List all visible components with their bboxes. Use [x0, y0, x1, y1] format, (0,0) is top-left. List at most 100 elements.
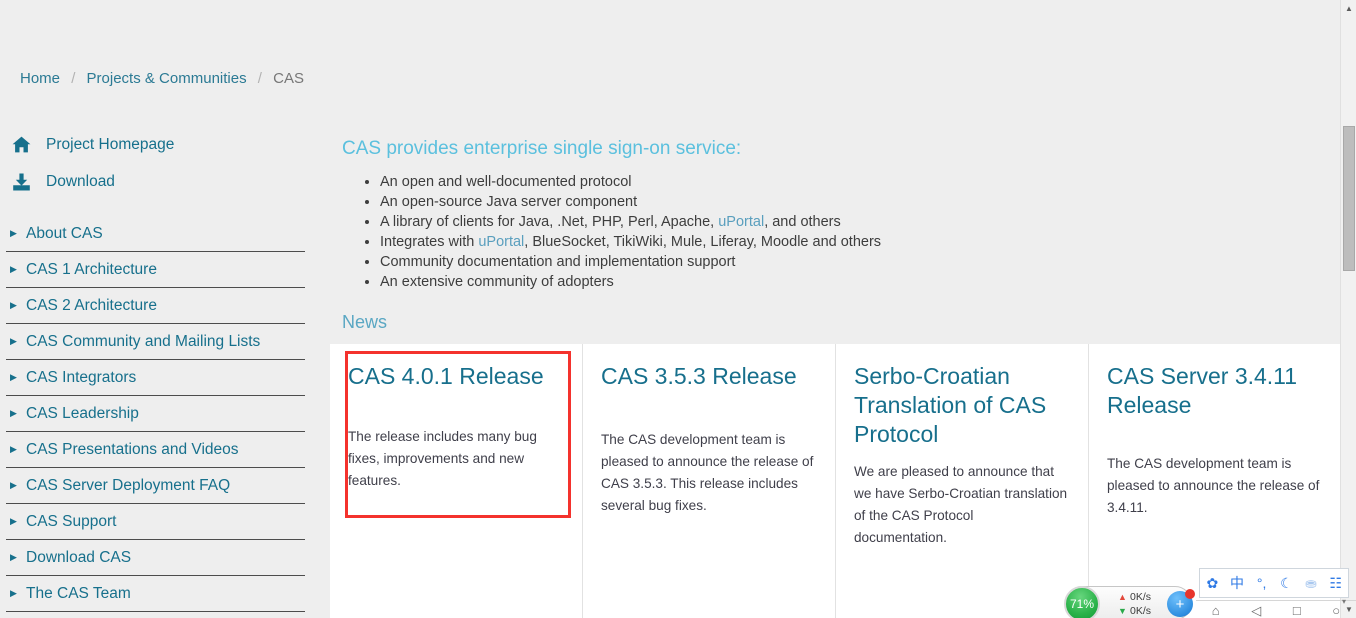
taskbar[interactable]: ⌂ ◁ □ ○: [1196, 604, 1356, 618]
taskbar-divider: [1196, 600, 1356, 601]
news-card-strip: CAS 4.0.1 Release The release includes m…: [330, 344, 1344, 618]
scrollbar-thumb[interactable]: [1343, 126, 1355, 271]
sidebar-item-cas-server-deployment-faq[interactable]: ▶ CAS Server Deployment FAQ: [6, 468, 305, 504]
taskbar-icon-2[interactable]: ◁: [1251, 604, 1261, 617]
notification-dot-icon: [1185, 589, 1195, 599]
chevron-right-icon: ▶: [10, 372, 17, 382]
download-icon: [12, 173, 38, 191]
grid-menu-icon[interactable]: ☷: [1323, 569, 1348, 597]
sidebar-item-label: CAS Server Deployment FAQ: [26, 476, 231, 494]
feature-text: An open and well-documented protocol: [380, 174, 632, 190]
user-icon[interactable]: ⛂: [1299, 569, 1324, 597]
sidebar-item-download[interactable]: Download: [0, 163, 313, 200]
plus-icon: +: [1175, 595, 1185, 613]
punctuation-mode-icon[interactable]: °,: [1249, 569, 1274, 597]
vertical-scrollbar[interactable]: ▲ ▼: [1340, 0, 1356, 618]
breadcrumb-separator: /: [71, 70, 76, 87]
feature-text: , and others: [764, 214, 841, 230]
paw-logo-icon[interactable]: ✿: [1200, 569, 1225, 597]
scroll-up-icon[interactable]: ▲: [1341, 0, 1356, 17]
feature-text: , BlueSocket, TikiWiki, Mule, Liferay, M…: [524, 234, 882, 250]
sidebar-item-label: CAS Leadership: [26, 404, 139, 422]
breadcrumb-item-cas: CAS: [273, 70, 304, 87]
uportal-link[interactable]: uPortal: [478, 234, 524, 250]
sidebar-nav-list: ▶ About CAS ▶ CAS 1 Architecture ▶ CAS 2…: [0, 216, 313, 612]
uportal-link[interactable]: uPortal: [718, 214, 764, 230]
news-card-body: The CAS development team is pleased to a…: [1107, 456, 1320, 515]
sidebar-item-cas-2-architecture[interactable]: ▶ CAS 2 Architecture: [6, 288, 305, 324]
sidebar-item-cas-support[interactable]: ▶ CAS Support: [6, 504, 305, 540]
breadcrumb-separator: /: [257, 70, 262, 87]
sidebar-item-label: Download CAS: [26, 548, 132, 566]
sidebar-item-about-cas[interactable]: ▶ About CAS: [6, 216, 305, 252]
sidebar-item-cas-community-and-mailing-lists[interactable]: ▶ CAS Community and Mailing Lists: [6, 324, 305, 360]
upload-arrow-icon: ▲: [1118, 592, 1127, 602]
chevron-right-icon: ▶: [10, 408, 17, 418]
sidebar-item-cas-presentations-and-videos[interactable]: ▶ CAS Presentations and Videos: [6, 432, 305, 468]
list-item: An open and well-documented protocol: [380, 172, 881, 192]
chevron-right-icon: ▶: [10, 480, 17, 490]
feature-text: An open-source Java server component: [380, 194, 638, 210]
chevron-right-icon: ▶: [10, 300, 17, 310]
list-item: Community documentation and implementati…: [380, 252, 881, 272]
sidebar: Project Homepage Download ▶ About CAS ▶ …: [0, 126, 313, 612]
news-card[interactable]: CAS 3.5.3 Release The CAS development te…: [583, 344, 836, 618]
breadcrumb: Home / Projects & Communities / CAS: [20, 70, 304, 87]
sidebar-item-cas-integrators[interactable]: ▶ CAS Integrators: [6, 360, 305, 396]
news-card[interactable]: CAS 4.0.1 Release The release includes m…: [330, 344, 583, 618]
boost-button[interactable]: +: [1167, 589, 1195, 617]
crescent-moon-icon[interactable]: ☾: [1274, 569, 1299, 597]
news-card-body: The CAS development team is pleased to a…: [601, 432, 814, 513]
feature-text: Community documentation and implementati…: [380, 254, 736, 270]
ime-toolbar[interactable]: ✿ 中 °, ☾ ⛂ ☷ ▾: [1199, 568, 1349, 606]
traffic-rates: 0K/s 0K/s: [1130, 590, 1151, 618]
home-icon: [12, 136, 38, 153]
list-item: An extensive community of adopters: [380, 272, 881, 292]
news-card[interactable]: Serbo-Croatian Translation of CAS Protoc…: [836, 344, 1089, 618]
sidebar-item-label: CAS Community and Mailing Lists: [26, 332, 261, 350]
sidebar-item-label: CAS Presentations and Videos: [26, 440, 239, 458]
sidebar-item-label: Download: [46, 172, 115, 190]
taskbar-icon-3[interactable]: □: [1293, 604, 1301, 617]
chevron-right-icon: ▶: [10, 516, 17, 526]
network-monitor-widget[interactable]: 71% ▲ ▼ 0K/s 0K/s +: [1064, 586, 1195, 618]
main-content: CAS provides enterprise single sign-on s…: [330, 0, 1344, 618]
sidebar-item-project-homepage[interactable]: Project Homepage: [0, 126, 313, 163]
chevron-down-icon[interactable]: ▾: [1342, 597, 1346, 606]
taskbar-icon-1[interactable]: ⌂: [1212, 604, 1220, 617]
news-card-body: We are pleased to announce that we have …: [854, 464, 1068, 545]
list-item: An open-source Java server component: [380, 192, 881, 212]
chevron-right-icon: ▶: [10, 336, 17, 346]
list-item: A library of clients for Java, .Net, PHP…: [380, 212, 881, 232]
upload-rate-label: 0K/s: [1130, 591, 1152, 603]
news-card-title[interactable]: Serbo-Croatian Translation of CAS Protoc…: [854, 362, 1068, 449]
download-rate-label: 0K/s: [1130, 605, 1152, 617]
chinese-mode-icon[interactable]: 中: [1225, 569, 1250, 597]
feature-list: An open and well-documented protocol An …: [344, 172, 881, 292]
chevron-right-icon: ▶: [10, 264, 17, 274]
sidebar-item-cas-leadership[interactable]: ▶ CAS Leadership: [6, 396, 305, 432]
sidebar-item-label: CAS 1 Architecture: [26, 260, 157, 278]
sidebar-item-label: About CAS: [26, 224, 103, 242]
sidebar-item-the-cas-team[interactable]: ▶ The CAS Team: [6, 576, 305, 612]
breadcrumb-item-home[interactable]: Home: [20, 70, 60, 87]
feature-text: An extensive community of adopters: [380, 274, 614, 290]
taskbar-icon-4[interactable]: ○: [1332, 604, 1340, 617]
news-card-title[interactable]: CAS 3.5.3 Release: [601, 362, 815, 391]
traffic-arrows: ▲ ▼: [1118, 590, 1127, 618]
chevron-right-icon: ▶: [10, 228, 17, 238]
news-card-body: The release includes many bug fixes, imp…: [348, 429, 537, 488]
news-card-title[interactable]: CAS Server 3.4.11 Release: [1107, 362, 1322, 420]
download-arrow-icon: ▼: [1118, 606, 1127, 616]
sidebar-item-label: CAS Integrators: [26, 368, 137, 386]
cpu-usage-gauge[interactable]: 71%: [1064, 586, 1100, 618]
sidebar-item-cas-1-architecture[interactable]: ▶ CAS 1 Architecture: [6, 252, 305, 288]
feature-text: Integrates with: [380, 234, 479, 250]
list-item: Integrates with uPortal, BlueSocket, Tik…: [380, 232, 881, 252]
sidebar-item-download-cas[interactable]: ▶ Download CAS: [6, 540, 305, 576]
sidebar-item-label: The CAS Team: [26, 584, 131, 602]
sidebar-item-label: CAS 2 Architecture: [26, 296, 157, 314]
sidebar-item-label: CAS Support: [26, 512, 117, 530]
news-card-title[interactable]: CAS 4.0.1 Release: [348, 362, 562, 391]
breadcrumb-item-projects-communities[interactable]: Projects & Communities: [87, 70, 247, 87]
